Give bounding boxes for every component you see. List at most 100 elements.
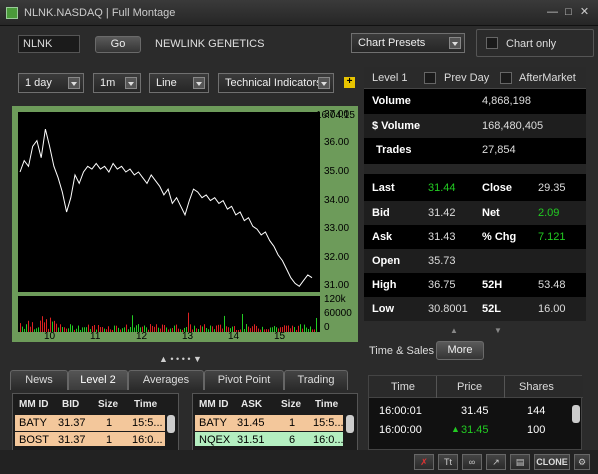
volume-bar [28,320,29,332]
volume-bar [158,327,159,332]
quote-row-ask: Ask 31.43 % Chg 7.121 [364,225,586,249]
volume-bar [254,324,255,332]
quote-divider [364,164,586,174]
more-button[interactable]: More [436,341,484,360]
ask-book-scrollbar[interactable] [346,415,354,433]
net-label: Net [482,207,500,219]
volume-bar [270,327,271,332]
col-shares: Shares [519,381,554,393]
col-mm-id: MM ID [19,399,49,410]
quote-scroll-up-icon[interactable]: ▲ [450,326,458,335]
chart-pager[interactable]: ▲ • • • • ▼ [159,354,202,364]
go-button[interactable]: Go [95,36,141,53]
tab-level2[interactable]: Level 2 [68,370,128,390]
style-dropdown[interactable]: Line [149,73,209,93]
volume-bar [162,324,163,332]
volume-bar [314,329,315,332]
net-value: 2.09 [538,207,560,219]
level1-quote: Volume 4,868,198 $ Volume 168,480,405 Tr… [364,89,586,321]
volume-bar [204,324,205,332]
volume-bar [298,325,299,332]
bid-price: 31.37 [58,417,86,429]
price-chart-svg [19,128,313,287]
x-tick-label: 10 [44,331,56,342]
volume-bar [36,328,37,332]
maximize-icon[interactable]: □ [561,5,576,20]
volume-bar [180,329,181,332]
volume-bar [264,329,265,332]
volume-bar [290,328,291,332]
company-name: NEWLINK GENETICS [155,38,265,50]
quote-row-dollar-volume: $ Volume 168,480,405 [364,114,586,138]
chart-only-checkbox[interactable] [486,37,498,49]
bid-time: 16:0... [132,434,163,446]
col-size: Size [98,399,119,410]
volume-bar [110,329,111,332]
x-tick-label: 12 [136,331,148,342]
tab-trading[interactable]: Trading [284,370,348,390]
quote-row-low: Low 30.8001 52L 16.00 [364,297,586,321]
interval-dropdown[interactable]: 1m [93,73,141,93]
prev-day-checkbox[interactable] [424,72,436,84]
volume-bar [288,325,289,332]
volume-bar [64,327,65,332]
add-indicator-icon[interactable]: + [344,77,355,88]
table-row[interactable]: 16:00:00 ▲ 31.45 100 [369,424,569,442]
table-row[interactable]: BATY 31.45 1 15:5... [195,415,344,431]
minimize-icon[interactable]: — [545,5,560,20]
period-dropdown[interactable]: 1 day [18,73,84,93]
column-divider [436,376,437,398]
volume-bar [122,328,123,332]
volume-bar [88,324,89,332]
link-icon[interactable]: ∞ [462,454,482,470]
volume-bar [260,329,261,332]
volume-bar [120,329,121,332]
quote-row-trades: Trades 27,854 [364,138,586,162]
print-icon[interactable]: ▤ [510,454,530,470]
table-row[interactable]: 16:00:01 31.45 144 [369,405,569,423]
symbol-input[interactable] [18,35,80,53]
volume-bar [40,320,41,332]
volume-bar [30,326,31,332]
quote-scroll-down-icon[interactable]: ▼ [494,326,502,335]
x-tick-label: 14 [228,331,240,342]
resize-icon[interactable]: ↗ [486,454,506,470]
settings-icon[interactable]: ⚙ [574,454,590,470]
volume-bar [306,327,307,332]
chevron-down-icon [193,77,205,89]
time-sales-scrollbar[interactable] [572,405,580,423]
tab-news[interactable]: News [10,370,68,390]
volume-bar [248,326,249,332]
bid-book-scrollbar[interactable] [167,415,175,433]
volume-bar [188,312,189,332]
close-icon[interactable]: ✕ [577,5,592,20]
text-size-icon[interactable]: Tt [438,454,458,470]
unlink-icon[interactable]: ✗ [414,454,434,470]
table-row[interactable]: NQEX 31.51 6 16:0... [195,432,343,446]
volume-bar [302,328,303,332]
volume-bar [292,325,293,332]
volume-bar [62,327,63,332]
tab-averages[interactable]: Averages [128,370,204,390]
volume-bar [126,324,127,332]
col-bid: BID [62,399,80,410]
trade-shares: 100 [527,424,546,436]
ask-label: Ask [372,231,393,243]
tab-pivot-point[interactable]: Pivot Point [204,370,284,390]
chart-presets-dropdown[interactable]: Chart Presets [351,33,465,53]
after-market-checkbox[interactable] [500,72,512,84]
col-time: Time [391,381,416,393]
indicators-dropdown[interactable]: Technical Indicators [218,73,334,93]
clone-button[interactable]: CLONE [534,454,570,470]
interval-label: 1m [100,77,116,89]
y-tick-label: 37.00 [324,108,350,120]
volume-bar [118,327,119,332]
volume-bar [262,326,263,332]
ask-time: 16:0... [313,434,343,446]
table-row[interactable]: BOST 31.37 1 16:0... [15,432,165,446]
ask-size: 1 [289,417,296,429]
indicators-label: Technical Indicators [225,77,322,89]
volume-bar [316,317,317,332]
volume-bar [200,325,201,332]
table-row[interactable]: BATY 31.37 1 15:5... [15,415,165,431]
